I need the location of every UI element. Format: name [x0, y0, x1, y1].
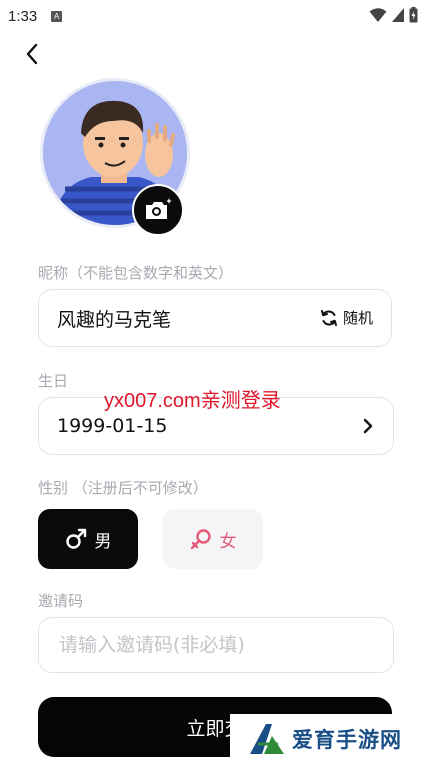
watermark-text: yx007.com亲测登录 — [104, 390, 281, 412]
change-avatar-button[interactable] — [132, 184, 184, 236]
back-button[interactable] — [18, 40, 46, 68]
brand-text: 爱育手游网 — [292, 728, 402, 752]
avatar-section — [40, 78, 190, 236]
status-icons — [369, 7, 418, 23]
random-label: 随机 — [342, 309, 373, 327]
nickname-field[interactable]: 风趣的马克笔 随机 — [38, 289, 392, 347]
refresh-icon — [320, 309, 337, 326]
invite-label: 邀请码 — [38, 592, 84, 610]
brand-watermark: 爱育手游网 — [230, 714, 430, 764]
brand-logo-icon — [250, 724, 284, 754]
birthday-value: 1999-01-15 — [57, 415, 168, 437]
gender-label: 性别 （注册后不可修改） — [38, 479, 208, 497]
camera-icon — [146, 198, 172, 219]
battery-icon — [409, 7, 418, 23]
birthday-label: 生日 — [38, 372, 69, 390]
gender-female-button[interactable]: 女 — [163, 509, 263, 569]
gender-male-label: 男 — [94, 531, 112, 552]
invite-code-input[interactable] — [38, 617, 394, 673]
chevron-left-icon — [26, 43, 38, 65]
wifi-icon — [369, 8, 387, 22]
gender-female-label: 女 — [219, 531, 237, 552]
signal-icon — [392, 8, 404, 22]
status-time: 1:33 — [8, 7, 38, 25]
status-bar: 1:33 A — [0, 0, 430, 32]
male-icon — [65, 528, 86, 549]
nickname-label: 昵称（不能包含数字和英文） — [38, 264, 234, 282]
nickname-value: 风趣的马克笔 — [57, 308, 172, 331]
notification-icon: A — [51, 10, 63, 22]
female-icon — [190, 529, 211, 550]
chevron-right-icon — [363, 418, 373, 434]
gender-male-button[interactable]: 男 — [38, 509, 138, 569]
random-nickname-button[interactable]: 随机 — [320, 307, 373, 328]
